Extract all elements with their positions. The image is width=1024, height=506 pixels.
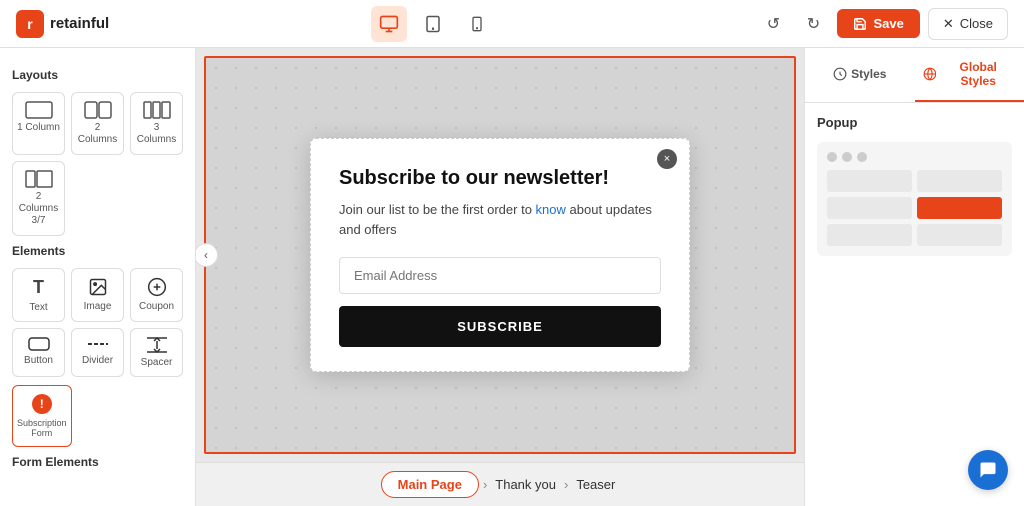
popup-modal: × Subscribe to our newsletter! Join our … [310,138,690,372]
subscription-form-label: Subscription Form [17,418,67,438]
button-label: Button [24,355,53,366]
save-button[interactable]: Save [837,9,919,38]
tab-global-styles[interactable]: Global Styles [915,48,1024,102]
layouts-grid: 1 Column 2 Columns 3 Columns 2 Columns 3… [12,92,183,236]
2col-37-icon [25,170,53,188]
subscribe-button[interactable]: SUBSCRIBE [339,306,661,347]
popup-preview [817,142,1012,256]
tab-styles[interactable]: Styles [805,48,915,102]
coupon-icon [147,277,167,297]
button-icon [28,337,50,351]
spacer-label: Spacer [141,357,173,368]
close-button[interactable]: ✕ Close [928,8,1008,40]
preview-col-left [827,170,912,246]
layout-3col[interactable]: 3 Columns [130,92,183,155]
logo-icon: r [16,10,44,38]
text-icon: T [33,277,44,298]
page-arrow-1: › [483,477,487,492]
layout-1col-label: 1 Column [17,122,60,134]
tablet-icon [424,15,442,33]
canvas-area: ‹ × Subscribe to our newsletter! Join ou… [196,48,804,506]
element-text[interactable]: T Text [12,268,65,322]
element-spacer[interactable]: Spacer [130,328,183,377]
preview-block-orange [917,197,1002,219]
elements-grid: T Text Image Coupon Button Divider Sp [12,268,183,377]
dot-3 [857,152,867,162]
layout-1col[interactable]: 1 Column [12,92,65,155]
desktop-view-button[interactable] [371,6,407,42]
1col-icon [25,101,53,119]
topbar: r retainful ↺ ↻ Save ✕ Close [0,0,1024,48]
email-input[interactable] [339,257,661,294]
teaser-page-link[interactable]: Teaser [572,473,619,496]
global-styles-icon [923,67,937,81]
preview-block-2 [827,197,912,219]
popup-title: Subscribe to our newsletter! [339,167,661,190]
topbar-left: r retainful [16,10,109,38]
save-icon [853,17,867,31]
element-image[interactable]: Image [71,268,124,322]
element-coupon[interactable]: Coupon [130,268,183,322]
dot-1 [827,152,837,162]
popup-close-button[interactable]: × [657,149,677,169]
popup-desc-link: know [536,202,566,217]
chat-bubble[interactable] [968,450,1008,490]
mobile-view-button[interactable] [459,6,495,42]
subscription-form-icon: ! [32,394,52,414]
elements-section-title: Elements [12,244,183,258]
preview-block-5 [917,224,1002,246]
2col-icon [84,101,112,119]
preview-block-1 [827,170,912,192]
subscription-form-grid: ! Subscription Form [12,385,183,447]
element-button[interactable]: Button [12,328,65,377]
redo-button[interactable]: ↻ [797,8,829,40]
text-label: Text [29,302,47,313]
element-divider[interactable]: Divider [71,328,124,377]
preview-col-right [917,170,1002,246]
main-layout: Layouts 1 Column 2 Columns 3 Columns 2 C… [0,48,1024,506]
popup-section-title: Popup [817,115,1012,130]
element-subscription-form[interactable]: ! Subscription Form [12,385,72,447]
right-panel-tabs: Styles Global Styles [805,48,1024,103]
layout-3col-label: 3 Columns [135,122,178,146]
image-icon [88,277,108,297]
desktop-icon [379,14,399,34]
preview-block-3 [827,224,912,246]
right-panel-content: Popup [805,103,1024,268]
logo-text: retainful [50,15,109,32]
image-label: Image [84,301,112,312]
mobile-icon [469,16,485,32]
page-arrow-2: › [564,477,568,492]
layout-2col-37[interactable]: 2 Columns 3/7 [12,161,65,236]
layouts-section-title: Layouts [12,68,183,82]
collapse-sidebar-button[interactable]: ‹ [196,243,218,267]
topbar-right: ↺ ↻ Save ✕ Close [757,8,1008,40]
undo-button[interactable]: ↺ [757,8,789,40]
spacer-icon [146,337,168,353]
tablet-view-button[interactable] [415,6,451,42]
layout-2col-label: 2 Columns [76,122,119,146]
right-panel: Styles Global Styles Popup [804,48,1024,506]
topbar-center [371,6,495,42]
left-sidebar: Layouts 1 Column 2 Columns 3 Columns 2 C… [0,48,196,506]
pages-bar: Main Page › Thank you › Teaser [196,462,804,506]
layout-2col-37-label: 2 Columns 3/7 [17,191,60,227]
3col-icon [143,101,171,119]
popup-description: Join our list to be the first order to k… [339,200,661,239]
coupon-label: Coupon [139,301,174,312]
preview-grid [827,170,1002,246]
canvas-wrapper: ‹ × Subscribe to our newsletter! Join ou… [204,56,796,454]
styles-icon [833,67,847,81]
preview-block-4 [917,170,1002,192]
main-page-tab[interactable]: Main Page [381,471,479,498]
layout-2col[interactable]: 2 Columns [71,92,124,155]
preview-dots [827,152,1002,162]
divider-icon [87,337,109,351]
divider-label: Divider [82,355,113,366]
chat-icon [978,460,998,480]
thank-you-page-link[interactable]: Thank you [491,473,560,496]
dot-2 [842,152,852,162]
form-elements-title: Form Elements [12,455,183,469]
